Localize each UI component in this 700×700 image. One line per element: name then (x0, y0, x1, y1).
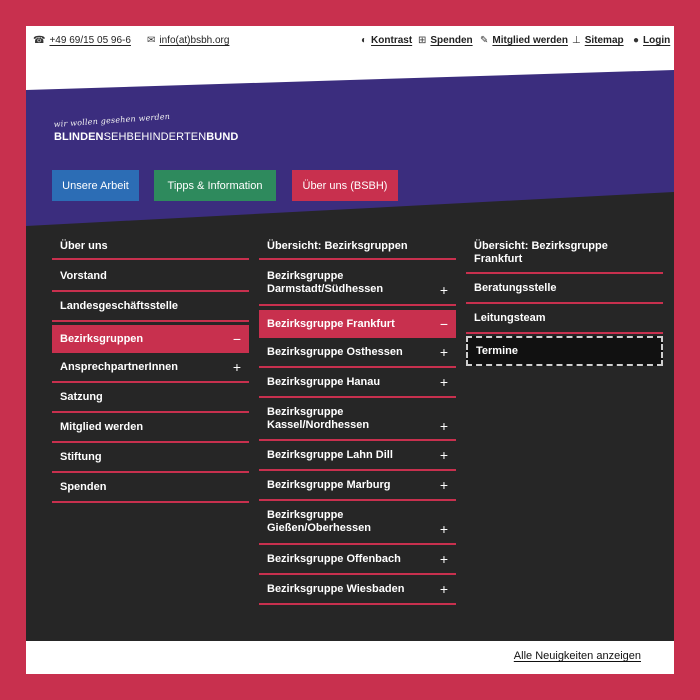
menu-item-label: Bezirksgruppe Lahn Dill (267, 449, 393, 461)
email-link[interactable]: ✉ info(at)bsbh.org (147, 35, 229, 46)
menu-item-bg-hanau[interactable]: Bezirksgruppe Hanau + (259, 368, 456, 398)
menu-column-3: Übersicht: Bezirksgruppe Frankfurt Berat… (466, 232, 663, 366)
menu-item-label: Bezirksgruppe Osthessen (267, 346, 403, 358)
expand-icon[interactable]: + (440, 375, 448, 389)
sitemap-label[interactable]: Sitemap (585, 35, 624, 46)
menu-item-uebersicht-bezirksgruppen[interactable]: Übersicht: Bezirksgruppen (259, 232, 456, 260)
menu-item-uebersicht-bg-frankfurt[interactable]: Übersicht: Bezirksgruppe Frankfurt (466, 232, 663, 274)
menu-item-label: Bezirksgruppe Offenbach (267, 553, 401, 565)
menu-item-label: Bezirksgruppe Marburg (267, 479, 391, 491)
user-icon: ● (633, 34, 640, 46)
menu-item-beratungsstelle[interactable]: Beratungsstelle (466, 274, 663, 304)
tab-unsere-arbeit[interactable]: Unsere Arbeit (52, 170, 139, 201)
menu-item-label: Mitglied werden (60, 421, 144, 433)
logo-name: BLINDENSEHBEHINDERTENBUND (54, 131, 238, 143)
pen-icon: ✎ (480, 34, 489, 46)
member-label[interactable]: Mitglied werden (492, 35, 568, 46)
menu-item-bg-offenbach[interactable]: Bezirksgruppe Offenbach + (259, 545, 456, 575)
collapse-icon[interactable]: − (233, 332, 241, 346)
email-address[interactable]: info(at)bsbh.org (159, 35, 229, 46)
all-news-link[interactable]: Alle Neuigkeiten anzeigen (514, 650, 641, 662)
site-logo[interactable]: wir wollen gesehen werden BLINDENSEHBEHI… (53, 112, 238, 143)
sitemap-icon: ⊥ (572, 34, 581, 46)
phone-icon: ☎ (33, 34, 46, 46)
menu-item-bg-giessen[interactable]: Bezirksgruppe Gießen/Oberhessen + (259, 501, 456, 545)
menu-item-landesgeschaeftsstelle[interactable]: Landesgeschäftsstelle (52, 292, 249, 322)
menu-column-1: Über uns Vorstand Landesgeschäftsstelle … (52, 232, 249, 503)
logo-word-blinden: BLINDEN (54, 131, 104, 143)
menu-item-label: Übersicht: Bezirksgruppe Frankfurt (474, 240, 608, 265)
menu-item-label: Satzung (60, 391, 103, 403)
menu-item-bezirksgruppen[interactable]: Bezirksgruppen − (52, 325, 249, 353)
expand-icon[interactable]: + (233, 360, 241, 374)
menu-item-label: Beratungsstelle (474, 282, 557, 294)
menu-item-bg-frankfurt[interactable]: Bezirksgruppe Frankfurt − (259, 310, 456, 338)
expand-icon[interactable]: + (440, 345, 448, 359)
menu-item-ansprechpartner[interactable]: AnsprechpartnerInnen + (52, 353, 249, 383)
expand-icon[interactable]: + (440, 552, 448, 566)
menu-item-label: Übersicht: Bezirksgruppen (267, 240, 408, 252)
login-link[interactable]: ● Login (633, 35, 670, 46)
menu-item-label: Spenden (60, 481, 107, 493)
menu-item-label: Bezirksgruppe Kassel/Nordhessen (267, 406, 370, 431)
menu-item-bg-osthessen[interactable]: Bezirksgruppe Osthessen + (259, 338, 456, 368)
donate-link[interactable]: ⊞ Spenden (418, 35, 473, 46)
menu-item-label: Bezirksgruppe Frankfurt (267, 318, 395, 330)
menu-item-label: Über uns (60, 240, 108, 252)
contrast-icon: ◐ (361, 34, 368, 46)
menu-item-label: Vorstand (60, 270, 107, 282)
menu-item-stiftung[interactable]: Stiftung (52, 443, 249, 473)
menu-column-2: Übersicht: Bezirksgruppen Bezirksgruppe … (259, 232, 456, 605)
collapse-icon[interactable]: − (440, 317, 448, 331)
menu-item-spenden[interactable]: Spenden (52, 473, 249, 503)
sitemap-link[interactable]: ⊥ Sitemap (572, 35, 624, 46)
menu-item-bg-lahn-dill[interactable]: Bezirksgruppe Lahn Dill + (259, 441, 456, 471)
phone-link[interactable]: ☎ +49 69/15 05 96-6 (33, 35, 131, 46)
expand-icon[interactable]: + (440, 448, 448, 462)
expand-icon[interactable]: + (440, 478, 448, 492)
page-frame: ☎ +49 69/15 05 96-6 ✉ info(at)bsbh.org ◐… (26, 26, 674, 674)
expand-icon[interactable]: + (440, 419, 448, 433)
contrast-label[interactable]: Kontrast (371, 35, 412, 46)
expand-icon[interactable]: + (440, 270, 448, 297)
member-link[interactable]: ✎ Mitglied werden (480, 35, 568, 46)
logo-word-sehbehinderten: SEHBEHINDERTEN (103, 131, 207, 143)
menu-item-label: Stiftung (60, 451, 102, 463)
menu-item-leitungsteam[interactable]: Leitungsteam (466, 304, 663, 334)
menu-item-label: Bezirksgruppen (60, 333, 144, 345)
menu-item-label: Landesgeschäftsstelle (60, 300, 178, 312)
donate-label[interactable]: Spenden (430, 35, 472, 46)
menu-item-mitglied-werden[interactable]: Mitglied werden (52, 413, 249, 443)
utility-bar: ☎ +49 69/15 05 96-6 ✉ info(at)bsbh.org ◐… (26, 26, 674, 56)
expand-icon[interactable]: + (440, 582, 448, 596)
menu-item-label: Bezirksgruppe Wiesbaden (267, 583, 405, 595)
menu-item-label: Bezirksgruppe Gießen/Oberhessen (267, 509, 371, 534)
menu-item-label: Bezirksgruppe Darmstadt/Südhessen (267, 270, 384, 295)
menu-item-bg-marburg[interactable]: Bezirksgruppe Marburg + (259, 471, 456, 501)
tab-tipps-information[interactable]: Tipps & Information (154, 170, 276, 201)
phone-number[interactable]: +49 69/15 05 96-6 (49, 35, 130, 46)
login-label[interactable]: Login (643, 35, 670, 46)
tab-ueber-uns[interactable]: Über uns (BSBH) (292, 170, 398, 201)
mail-icon: ✉ (147, 34, 156, 46)
gift-icon: ⊞ (418, 34, 427, 46)
menu-item-label: AnsprechpartnerInnen (60, 361, 178, 373)
menu-item-label: Termine (476, 345, 518, 357)
menu-item-satzung[interactable]: Satzung (52, 383, 249, 413)
menu-item-termine[interactable]: Termine (466, 336, 663, 366)
contrast-link[interactable]: ◐ Kontrast (361, 35, 412, 46)
logo-word-bund: BUND (206, 131, 239, 143)
news-footer: Alle Neuigkeiten anzeigen (26, 641, 674, 674)
expand-icon[interactable]: + (440, 509, 448, 536)
menu-item-bg-darmstadt[interactable]: Bezirksgruppe Darmstadt/Südhessen + (259, 262, 456, 306)
menu-item-label: Leitungsteam (474, 312, 546, 324)
menu-item-vorstand[interactable]: Vorstand (52, 262, 249, 292)
menu-item-bg-wiesbaden[interactable]: Bezirksgruppe Wiesbaden + (259, 575, 456, 605)
menu-item-bg-kassel[interactable]: Bezirksgruppe Kassel/Nordhessen + (259, 398, 456, 441)
menu-item-label: Bezirksgruppe Hanau (267, 376, 381, 388)
menu-item-ueber-uns[interactable]: Über uns (52, 232, 249, 260)
